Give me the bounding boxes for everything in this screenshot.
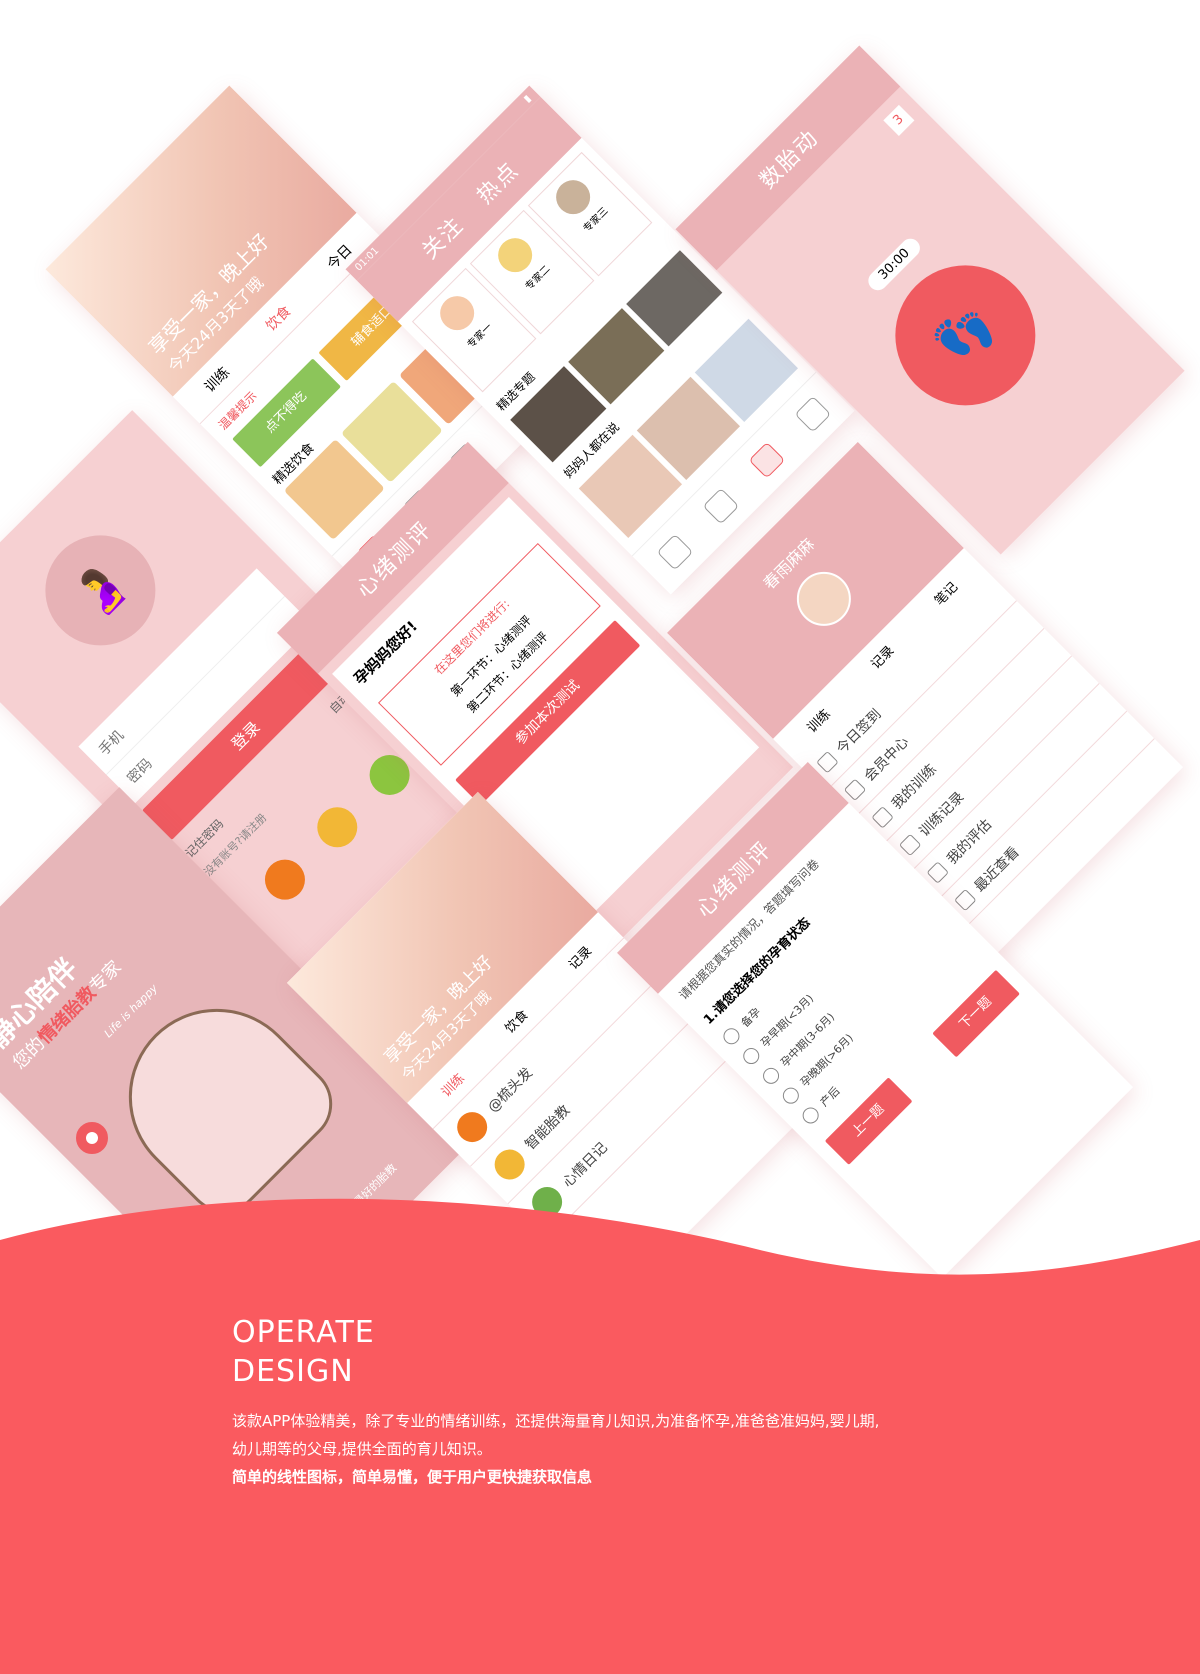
training-icon [871, 806, 894, 829]
profile-tab-icon[interactable] [794, 396, 831, 433]
radio-icon [720, 1024, 743, 1048]
plan-tab-icon[interactable] [702, 488, 739, 525]
tab-diet[interactable]: 饮食 [499, 1004, 531, 1036]
community-tab-icon[interactable] [748, 442, 785, 479]
radio-icon [799, 1104, 822, 1127]
wechat-icon[interactable] [308, 798, 366, 856]
tab-record[interactable]: 记录 [865, 640, 897, 672]
description-line1: 该款APP体验精美，除了专业的情绪训练，还提供海量育儿知识,为准备怀孕,准爸爸准… [232, 1412, 880, 1430]
tab-record[interactable]: 记录 [563, 941, 595, 973]
steps-title: 在这里您们将进行: [431, 596, 513, 678]
tab-train[interactable]: 训练 [200, 362, 234, 396]
tab-train[interactable]: 训练 [802, 704, 833, 736]
page-title: 数胎动 [755, 125, 824, 194]
footprint-icon: 👣 [925, 295, 1005, 375]
tagline: Life is happy [101, 981, 161, 1041]
avatar[interactable] [785, 560, 863, 638]
radio-icon [779, 1084, 803, 1107]
mockup-stage: 享受一家，晚上好 今天24月3天了哦 训练 饮食 今日 温馨提示 点不得吃 辅食… [0, 0, 1200, 1330]
member-icon [843, 778, 867, 802]
tab-note[interactable]: 笔记 [929, 577, 961, 608]
history-icon [953, 888, 977, 912]
decor-dot [76, 1122, 108, 1154]
logo-icon: 🤰 [22, 512, 179, 669]
qq-icon[interactable] [256, 851, 314, 908]
heading-operate: OPERATE [232, 1315, 375, 1350]
tab-diet[interactable]: 饮食 [261, 301, 295, 335]
description-line3: 简单的线性图标，简单易懂，便于用户更快捷获取信息 [232, 1468, 593, 1486]
battery-icon: ▮ [521, 92, 534, 105]
radio-icon [739, 1044, 763, 1068]
kick-counter: 3 [883, 104, 915, 136]
tab-train[interactable]: 训练 [436, 1068, 468, 1100]
checkin-icon [816, 750, 839, 774]
radio-icon [759, 1064, 783, 1088]
home-tab-icon[interactable] [656, 534, 693, 571]
hair-icon [450, 1105, 494, 1149]
kick-topbar: 数胎动 [675, 45, 901, 271]
record-icon [898, 833, 922, 857]
heading-design: DESIGN [232, 1354, 354, 1389]
evaluate-icon [926, 861, 950, 884]
description-line2: 幼儿期等的父母,提供全面的育儿知识。 [232, 1440, 492, 1458]
decor-dot-center [86, 1132, 98, 1144]
